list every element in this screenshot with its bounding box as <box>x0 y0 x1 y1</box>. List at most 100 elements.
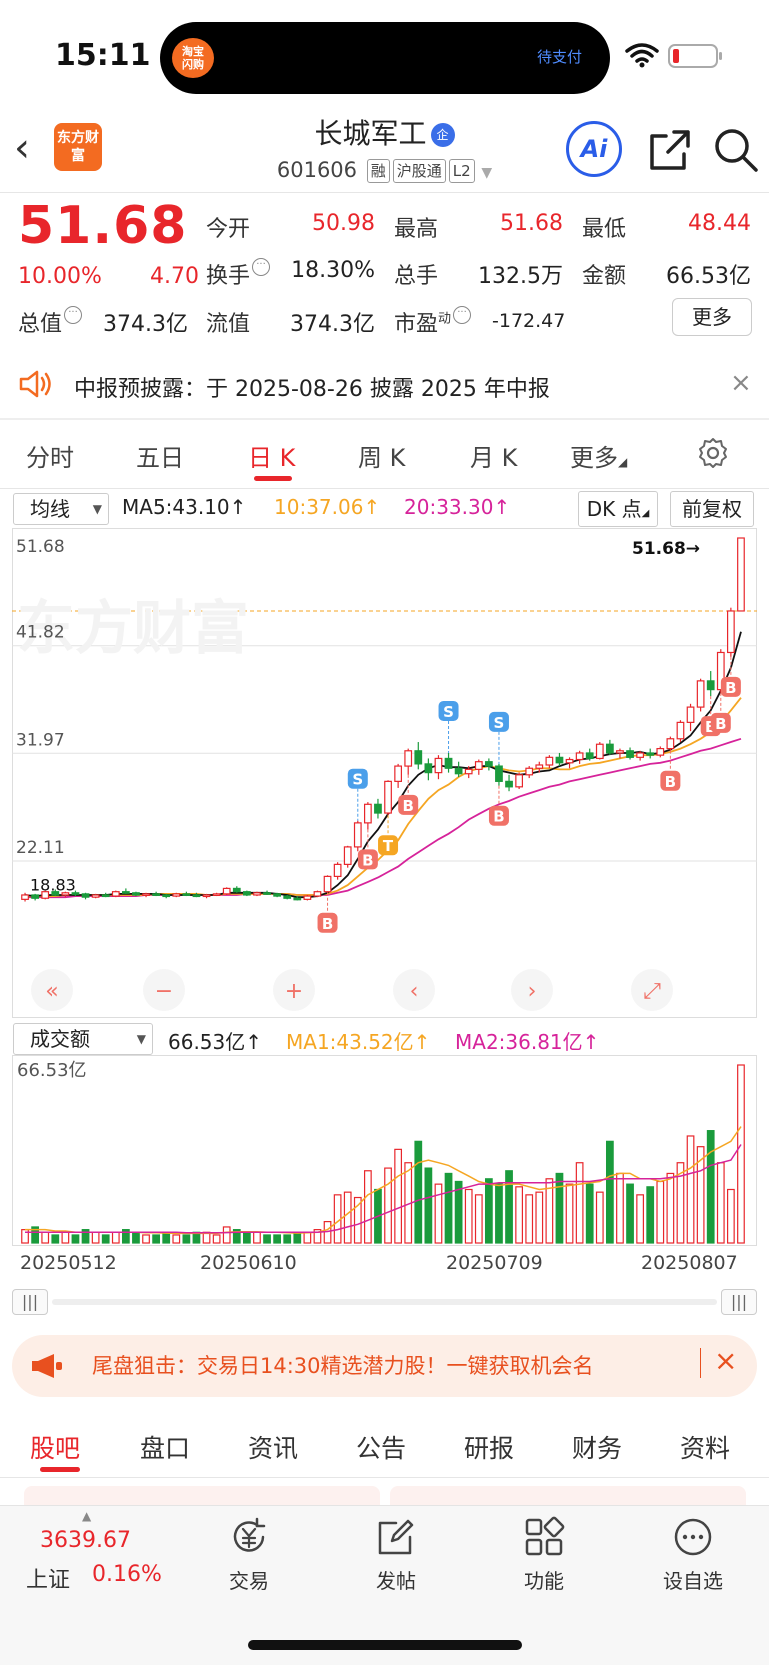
tab-research[interactable]: 研报 <box>464 1429 514 1465</box>
buy-signal-marker[interactable]: T <box>378 815 399 856</box>
tag-level2: L2 <box>448 159 475 183</box>
dk-point-button[interactable]: DK 点◢ <box>578 491 658 527</box>
ai-button[interactable]: Ai <box>566 121 622 177</box>
kline-chart[interactable]: 东方财富 BBTBBBBBBSSS 51.6841.8231.9722.1151… <box>12 528 757 1018</box>
volume-bar <box>575 1162 584 1244</box>
tab-guba[interactable]: 股吧 <box>30 1429 80 1465</box>
settings-gear-icon[interactable] <box>696 436 730 470</box>
price-tick-label: 31.97 <box>16 730 65 750</box>
price-tick-label: 51.68 <box>16 537 65 557</box>
amount-value: 66.53亿 <box>666 264 751 289</box>
buy-signal-marker[interactable]: B <box>317 892 338 933</box>
candle <box>505 774 513 792</box>
tabs-divider <box>0 488 769 489</box>
tab-intraday[interactable]: 分时 <box>26 438 74 473</box>
volume-bar <box>686 1135 695 1244</box>
zoom-out-far-button[interactable]: « <box>31 969 73 1011</box>
float-value: 374.3亿 <box>290 312 375 337</box>
tab-daily-k[interactable]: 日 K <box>248 438 295 473</box>
candle <box>323 875 332 893</box>
header-divider <box>0 192 769 193</box>
mktcap-value: 374.3亿 <box>103 312 188 337</box>
volume-bar <box>595 1191 604 1244</box>
tab-monthly-k[interactable]: 月 K <box>470 438 517 473</box>
candle <box>454 761 463 778</box>
candle <box>273 892 282 898</box>
section-divider <box>0 1477 769 1478</box>
nav-functions[interactable]: 功能 <box>494 1515 594 1594</box>
candle <box>525 766 534 779</box>
prev-button[interactable]: ‹ <box>393 969 435 1011</box>
volume-indicator-select[interactable]: 成交额 ▼ <box>13 1023 153 1055</box>
candle <box>132 891 140 897</box>
tab-pankou[interactable]: 盘口 <box>140 1429 190 1465</box>
chart-scrollbar[interactable]: ||| ||| <box>12 1289 757 1315</box>
volume-bar <box>585 1183 594 1244</box>
info-icon[interactable]: ··· <box>64 306 83 324</box>
nav-post[interactable]: 发帖 <box>346 1515 446 1594</box>
candle <box>222 887 231 895</box>
sell-signal-marker[interactable]: S <box>438 700 459 753</box>
candle <box>253 891 261 897</box>
candle <box>414 742 423 770</box>
pe-label: 市盈动 ··· <box>394 306 472 338</box>
dynamic-island[interactable]: 淘宝 闪购 待支付 <box>160 22 610 94</box>
x-label-2: 20250709 <box>446 1252 543 1274</box>
tab-announcements[interactable]: 公告 <box>356 1429 406 1465</box>
svg-text:B: B <box>725 679 736 697</box>
candle <box>605 739 614 756</box>
tab-profile[interactable]: 资料 <box>680 1429 730 1465</box>
tab-news[interactable]: 资讯 <box>248 1429 298 1465</box>
tab-five-day[interactable]: 五日 <box>136 438 184 473</box>
more-button[interactable]: 更多 <box>672 298 752 336</box>
candle <box>515 772 524 790</box>
volume-bar <box>303 1231 312 1244</box>
sell-signal-marker[interactable]: S <box>488 711 509 764</box>
candle <box>283 894 292 900</box>
volume-amount-label: 66.53亿↑ <box>168 1030 263 1054</box>
svg-text:B: B <box>715 715 726 733</box>
index-change[interactable]: 0.16% <box>92 1562 162 1587</box>
svg-text:S: S <box>352 771 363 789</box>
x-label-3: 20250807 <box>641 1252 738 1274</box>
svg-text:+: + <box>285 979 303 1004</box>
next-button[interactable]: › <box>511 969 553 1011</box>
low-value: 48.44 <box>688 211 751 236</box>
tab-finance[interactable]: 财务 <box>572 1429 622 1465</box>
index-value[interactable]: 3639.67 <box>40 1528 131 1553</box>
search-icon[interactable] <box>710 124 762 176</box>
volume-axis-max: 66.53亿 <box>17 1060 87 1081</box>
tab-weekly-k[interactable]: 周 K <box>358 438 405 473</box>
ma10-label: 10:37.06↑ <box>274 495 381 519</box>
change-percent: 10.00% <box>18 264 102 289</box>
buy-signal-marker[interactable]: B <box>488 785 509 826</box>
svg-text:«: « <box>45 979 58 1004</box>
open-label: 今开 <box>206 217 251 242</box>
volume-bar <box>71 1234 80 1244</box>
candle <box>737 537 745 612</box>
banner-close-icon[interactable]: × <box>714 1344 737 1377</box>
adjust-button[interactable]: 前复权 <box>670 491 754 527</box>
last-price: 51.68 <box>18 196 188 256</box>
fullscreen-button[interactable]: ⤢ <box>631 969 673 1011</box>
volume-bar <box>515 1186 524 1244</box>
share-icon[interactable] <box>644 124 696 176</box>
scroll-handle-left[interactable]: ||| <box>12 1289 48 1315</box>
nav-trade[interactable]: 交易 <box>199 1515 299 1594</box>
close-icon[interactable]: × <box>730 368 752 398</box>
buy-signal-marker[interactable]: B <box>660 750 681 791</box>
scroll-handle-right[interactable]: ||| <box>721 1289 757 1315</box>
tab-more[interactable]: 更多◢ <box>570 438 627 473</box>
nav-add-watchlist[interactable]: 设自选 <box>643 1515 743 1594</box>
info-icon[interactable]: ··· <box>252 258 271 276</box>
candle <box>434 755 443 780</box>
ma20-line <box>25 737 742 899</box>
zoom-out-button[interactable]: − <box>143 969 185 1011</box>
indicator-select[interactable]: 均线 ▼ <box>13 493 109 525</box>
info-icon[interactable]: ··· <box>453 306 472 324</box>
volume-chart[interactable]: 66.53亿 <box>12 1055 757 1255</box>
status-time: 15:11 <box>55 38 151 73</box>
candle <box>555 752 564 767</box>
index-name[interactable]: 上证 <box>26 1562 70 1594</box>
zoom-in-button[interactable]: + <box>273 969 315 1011</box>
